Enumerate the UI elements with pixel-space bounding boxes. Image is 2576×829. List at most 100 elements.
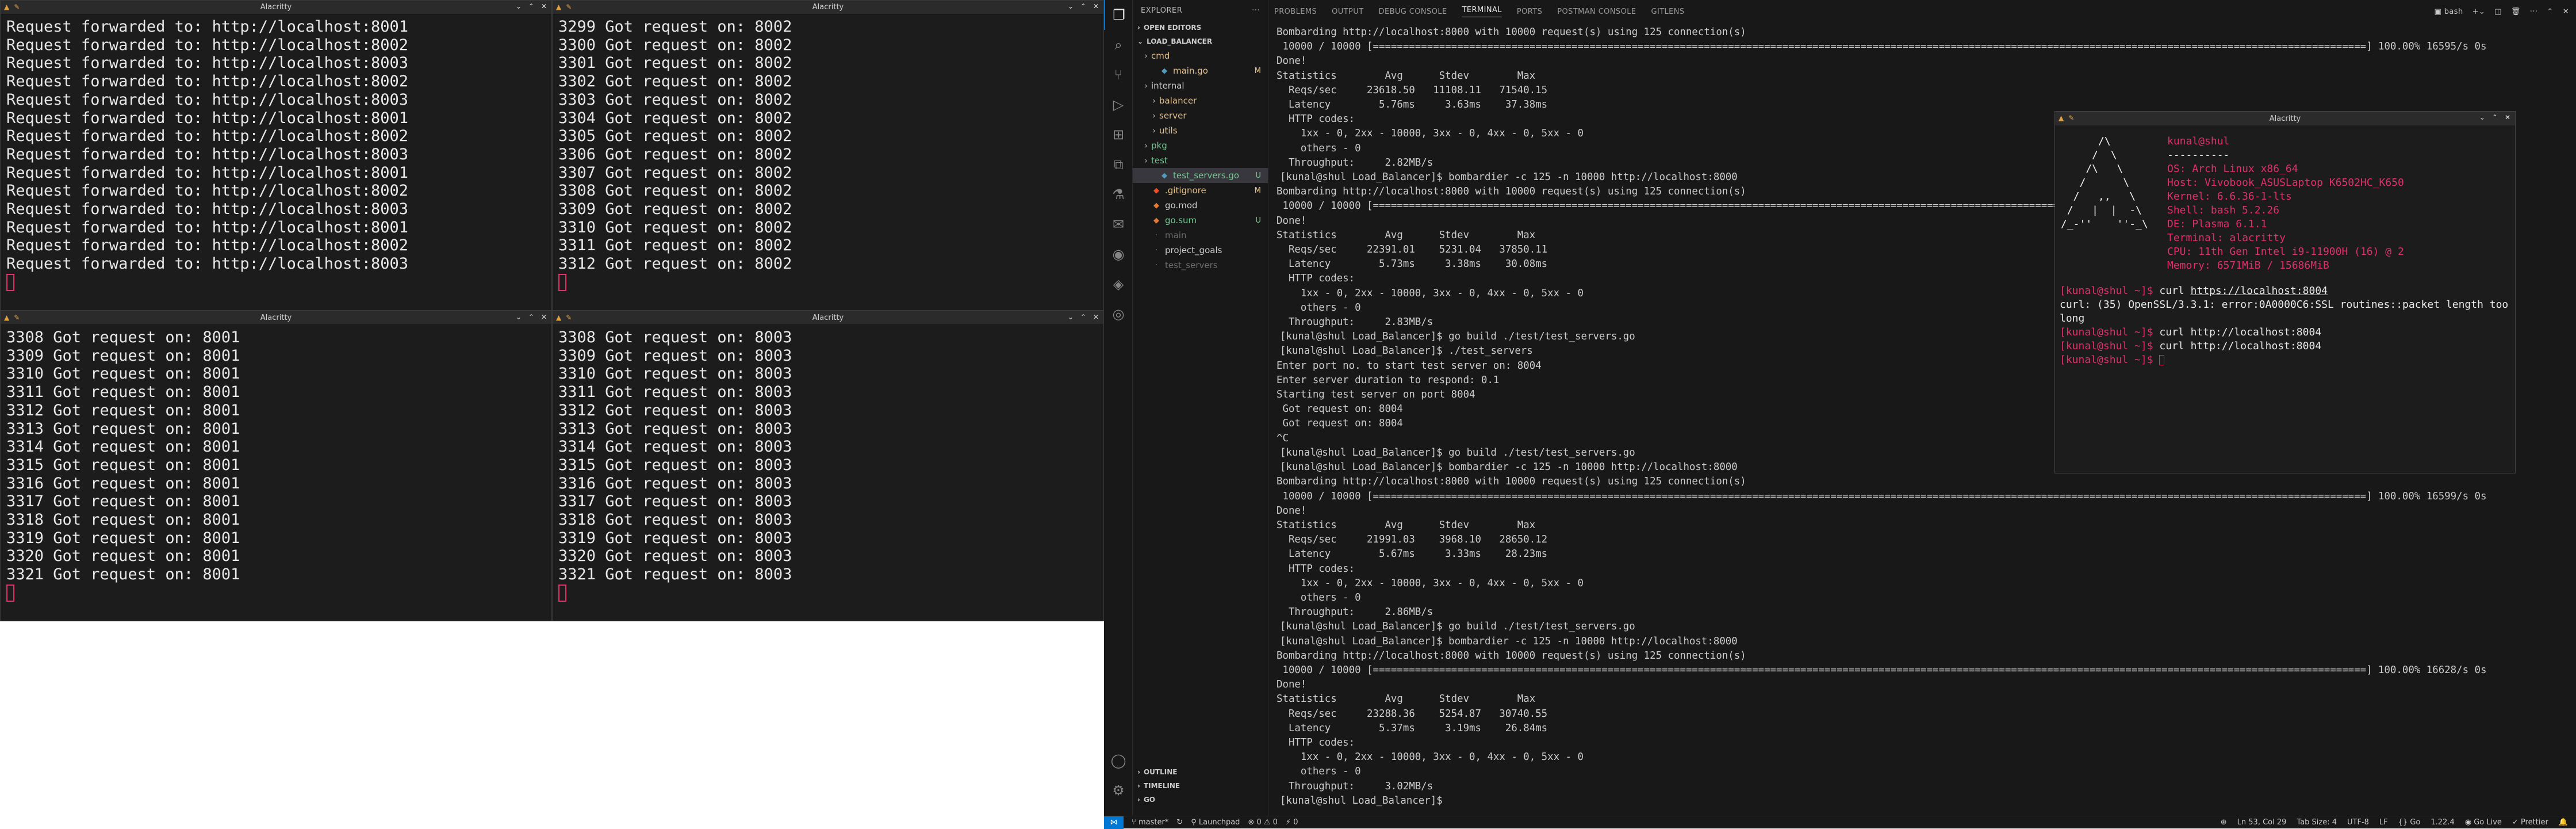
maximize-icon[interactable]: ⌃ [528, 313, 534, 321]
git-icon: ◆ [1153, 186, 1159, 195]
tab-ports[interactable]: PORTS [1517, 7, 1542, 16]
cursor-position[interactable]: Ln 53, Col 29 [2237, 818, 2287, 827]
tree-item[interactable]: › test [1133, 153, 1268, 168]
eol[interactable]: LF [2379, 818, 2388, 827]
notifications-icon[interactable]: 🔔 [2559, 818, 2568, 827]
close-panel-icon[interactable]: ✕ [2563, 7, 2569, 16]
split-terminal-icon[interactable]: ◫ [2494, 7, 2502, 16]
minimize-icon[interactable]: ⌄ [2479, 113, 2485, 121]
close-icon[interactable]: ✕ [2505, 113, 2510, 121]
open-editors-section[interactable]: › OPEN EDITORS [1133, 21, 1268, 35]
terminal-text: 1xx - 0, 2xx - 10000, 3xx - 0, 4xx - 0, … [1276, 751, 1584, 763]
close-icon[interactable]: ✕ [541, 313, 547, 321]
branch-indicator[interactable]: ⑂ master* [1132, 818, 1168, 827]
new-terminal-icon[interactable]: +⌄ [2472, 7, 2486, 16]
terminal-output[interactable]: [kunal@shul ~]$ curl https://localhost:8… [2060, 284, 2514, 367]
minimize-icon[interactable]: ⌄ [516, 313, 522, 321]
ports-indicator[interactable]: ⚡ 0 [1286, 818, 1298, 827]
prettier-button[interactable]: ✓ Prettier [2512, 818, 2548, 827]
go-icon[interactable]: ◎ [1104, 299, 1133, 329]
tab-problems[interactable]: PROBLEMS [1274, 7, 1317, 16]
gitlens-icon[interactable]: ◉ [1104, 239, 1133, 269]
maximize-icon[interactable]: ⌃ [1080, 313, 1086, 321]
title-bar[interactable]: ▲ ✎ Alacritty ⌄ ⌃ ✕ [2055, 112, 2515, 125]
remote-indicator-icon[interactable]: ⋈ [1104, 816, 1124, 829]
maximize-icon[interactable]: ⌃ [2492, 113, 2498, 121]
close-icon[interactable]: ✕ [1093, 2, 1099, 10]
launchpad-button[interactable]: ⚲ Launchpad [1191, 818, 1240, 827]
title-bar[interactable]: ▲ ✎ Alacritty ⌄ ⌃ ✕ [553, 1, 1103, 14]
minimize-icon[interactable]: ⌄ [516, 2, 522, 10]
title-bar[interactable]: ▲ ✎ Alacritty ⌄ ⌃ ✕ [1, 1, 551, 14]
tab-debug-console[interactable]: DEBUG CONSOLE [1379, 7, 1447, 16]
go-version[interactable]: 1.22.4 [2431, 818, 2454, 827]
go-file-icon: ◆ [1162, 66, 1167, 75]
alacritty-window-bottom-left[interactable]: ▲ ✎ Alacritty ⌄ ⌃ ✕ 3308 Got request on: 80… [0, 311, 552, 621]
maximize-panel-icon[interactable]: ⌃ [2547, 7, 2553, 16]
alacritty-floating-window[interactable]: ▲ ✎ Alacritty ⌄ ⌃ ✕ /\ / \ /\ \ / \ / ,, \ … [2054, 111, 2516, 473]
tree-item[interactable]: ◆ test_servers.go U [1133, 168, 1268, 183]
tree-item[interactable]: › cmd [1133, 48, 1268, 63]
kill-terminal-icon[interactable]: 🗑 [2511, 7, 2521, 16]
tree-item[interactable]: · test_servers [1133, 258, 1268, 273]
encoding[interactable]: UTF-8 [2347, 818, 2369, 827]
run-debug-icon[interactable]: ▷ [1104, 90, 1133, 120]
more-actions-icon[interactable]: ··· [1252, 6, 1260, 15]
zoom-icon[interactable]: ⊕ [2221, 818, 2227, 827]
tree-item[interactable]: ◆ main.go M [1133, 63, 1268, 78]
tree-item[interactable]: › balancer [1133, 93, 1268, 108]
language-mode[interactable]: {} Go [2398, 818, 2421, 827]
testing-icon[interactable]: ⚗ [1104, 179, 1133, 209]
tab-postman-console[interactable]: POSTMAN CONSOLE [1557, 7, 1636, 16]
timeline-section[interactable]: › TIMELINE [1133, 779, 1268, 793]
tree-item[interactable]: › internal [1133, 78, 1268, 93]
docker-icon[interactable]: ◈ [1104, 269, 1133, 299]
alacritty-window-top-right[interactable]: ▲ ✎ Alacritty ⌄ ⌃ ✕ 3299 Got request on: 80… [552, 0, 1104, 311]
postman-icon[interactable]: ✉ [1104, 209, 1133, 239]
alacritty-window-top-left[interactable]: ▲ ✎ Alacritty ⌄ ⌃ ✕ Request forwarded to: h… [0, 0, 552, 311]
remote-explorer-icon[interactable]: ⧉ [1104, 150, 1133, 179]
minimize-icon[interactable]: ⌄ [1068, 313, 1074, 321]
tree-item[interactable]: › pkg [1133, 138, 1268, 153]
maximize-icon[interactable]: ⌃ [1080, 2, 1086, 10]
outline-section[interactable]: › OUTLINE [1133, 765, 1268, 779]
close-icon[interactable]: ✕ [541, 2, 547, 10]
more-actions-icon[interactable]: ··· [2530, 7, 2538, 16]
terminal-output[interactable]: 3308 Got request on: 8001 3309 Got reques… [1, 325, 551, 606]
tab-output[interactable]: OUTPUT [1332, 7, 1363, 16]
tab-size[interactable]: Tab Size: 4 [2297, 818, 2337, 827]
launchpad-icon: ⚲ [1191, 818, 1197, 827]
go-live-button[interactable]: ◉ Go Live [2465, 818, 2502, 827]
terminal-output[interactable]: 3299 Got request on: 8002 3300 Got reques… [553, 14, 1103, 295]
tree-item[interactable]: ◆ go.mod [1133, 198, 1268, 213]
terminal-shell-selector[interactable]: ▣ bash [2435, 7, 2463, 16]
tree-item[interactable]: › utils [1133, 123, 1268, 138]
sync-icon[interactable]: ↻ [1176, 818, 1183, 827]
search-icon[interactable]: ⌕ [1104, 30, 1133, 60]
fetch-value: Vivobook_ASUSLaptop K6502HC_K650 [2205, 177, 2404, 189]
tree-item[interactable]: · main [1133, 228, 1268, 243]
explorer-icon[interactable]: ❐ [1104, 0, 1133, 30]
close-icon[interactable]: ✕ [1093, 313, 1099, 321]
tree-item[interactable]: ◆ go.sum U [1133, 213, 1268, 228]
source-control-icon[interactable]: ⑂ [1104, 60, 1133, 90]
extensions-icon[interactable]: ⊞ [1104, 120, 1133, 150]
tree-item[interactable]: › server [1133, 108, 1268, 123]
tree-item[interactable]: ◆ .gitignore M [1133, 183, 1268, 198]
title-bar[interactable]: ▲ ✎ Alacritty ⌄ ⌃ ✕ [553, 311, 1103, 325]
tab-gitlens[interactable]: GITLENS [1651, 7, 1684, 16]
alacritty-window-bottom-right[interactable]: ▲ ✎ Alacritty ⌄ ⌃ ✕ 3308 Got request on: 80… [552, 311, 1104, 621]
maximize-icon[interactable]: ⌃ [528, 2, 534, 10]
project-section[interactable]: ⌄ LOAD_BALANCER [1133, 35, 1268, 48]
fetch-user: kunal@shul [2167, 135, 2230, 147]
minimize-icon[interactable]: ⌄ [1068, 2, 1074, 10]
title-bar[interactable]: ▲ ✎ Alacritty ⌄ ⌃ ✕ [1, 311, 551, 325]
terminal-output[interactable]: Request forwarded to: http://localhost:8… [1, 14, 551, 295]
terminal-output[interactable]: 3308 Got request on: 8003 3309 Got reques… [553, 325, 1103, 606]
problems-indicator[interactable]: ⊗ 0 ⚠ 0 [1248, 818, 1278, 827]
tab-terminal[interactable]: TERMINAL [1462, 6, 1502, 17]
tree-item[interactable]: · project_goals [1133, 243, 1268, 258]
go-section[interactable]: › GO [1133, 793, 1268, 807]
account-icon[interactable]: ◯ [1104, 746, 1133, 775]
settings-gear-icon[interactable]: ⚙ [1104, 775, 1133, 805]
